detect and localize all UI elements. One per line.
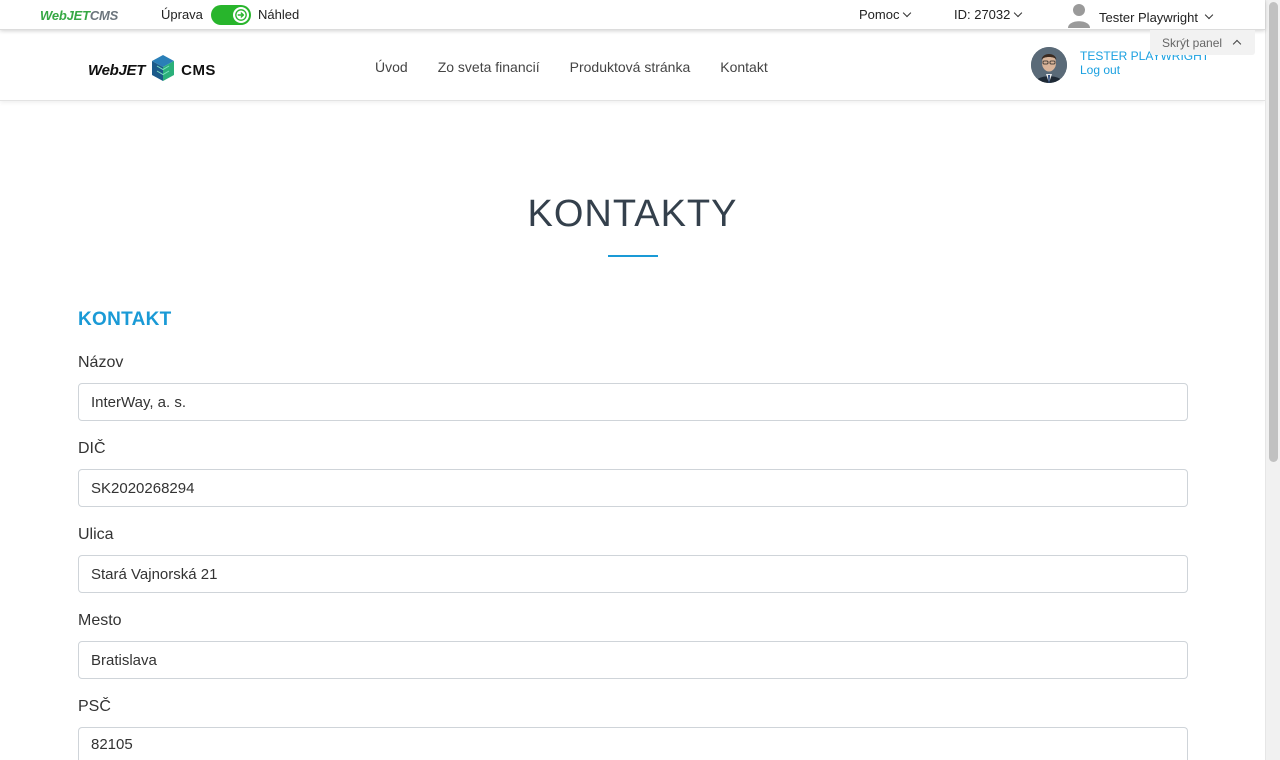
field-input-nazov[interactable]	[78, 383, 1188, 421]
chevron-down-icon	[903, 8, 912, 18]
nav-link-produktova-stranka[interactable]: Produktová stránka	[570, 59, 691, 75]
hide-panel-button[interactable]: Skrýt panel	[1150, 30, 1255, 55]
field-input-psc[interactable]	[78, 727, 1188, 760]
user-menu-label: Tester Playwright	[1099, 9, 1198, 25]
admin-toolbar: WebJETCMS Úprava Náhled Pomoc ID: 27032 …	[0, 0, 1265, 30]
title-underline	[608, 255, 658, 257]
chevron-up-icon	[1232, 39, 1242, 49]
arrow-right-icon	[233, 7, 249, 23]
webjet-admin-logo[interactable]: WebJETCMS	[40, 7, 118, 23]
user-avatar-icon	[1067, 2, 1091, 31]
page-id-label: ID: 27032	[954, 7, 1011, 22]
field-input-mesto[interactable]	[78, 641, 1188, 679]
help-menu[interactable]: Pomoc	[859, 7, 912, 22]
edit-preview-toggle[interactable]	[211, 5, 251, 25]
edit-mode-label: Úprava	[161, 7, 203, 22]
page-id-menu[interactable]: ID: 27032	[954, 7, 1023, 22]
field-input-dic[interactable]	[78, 469, 1188, 507]
field-label-psc: PSČ	[78, 698, 111, 715]
nav-link-uvod[interactable]: Úvod	[375, 59, 408, 75]
user-menu[interactable]: Tester Playwright	[1067, 2, 1214, 31]
avatar	[1031, 47, 1067, 83]
field-input-ulica[interactable]	[78, 555, 1188, 593]
nav-link-zo-sveta-financii[interactable]: Zo sveta financií	[438, 59, 540, 75]
help-menu-label: Pomoc	[859, 7, 900, 22]
cube-logo-icon	[151, 54, 175, 87]
chevron-down-icon	[1014, 8, 1023, 18]
hide-panel-label: Skrýt panel	[1162, 35, 1223, 50]
main-navigation: Úvod Zo sveta financií Produktová stránk…	[375, 59, 768, 75]
section-title: KONTAKT	[78, 309, 172, 330]
field-label-mesto: Mesto	[78, 612, 122, 629]
field-label-nazov: Názov	[78, 354, 124, 371]
nav-link-kontakt[interactable]: Kontakt	[720, 59, 767, 75]
scrollbar-thumb[interactable]	[1269, 2, 1278, 462]
field-label-ulica: Ulica	[78, 526, 114, 543]
chevron-down-icon	[1204, 10, 1214, 20]
page-title: KONTAKTY	[527, 193, 738, 235]
preview-mode-label: Náhled	[258, 7, 300, 22]
field-label-dic: DIČ	[78, 440, 106, 457]
logout-link[interactable]: Log out	[1080, 63, 1209, 77]
site-logo[interactable]: WebJET CMS	[88, 54, 216, 87]
site-header: WebJET CMS Úvod Zo sveta financií Produk…	[0, 30, 1265, 101]
vertical-scrollbar[interactable]	[1265, 0, 1280, 760]
